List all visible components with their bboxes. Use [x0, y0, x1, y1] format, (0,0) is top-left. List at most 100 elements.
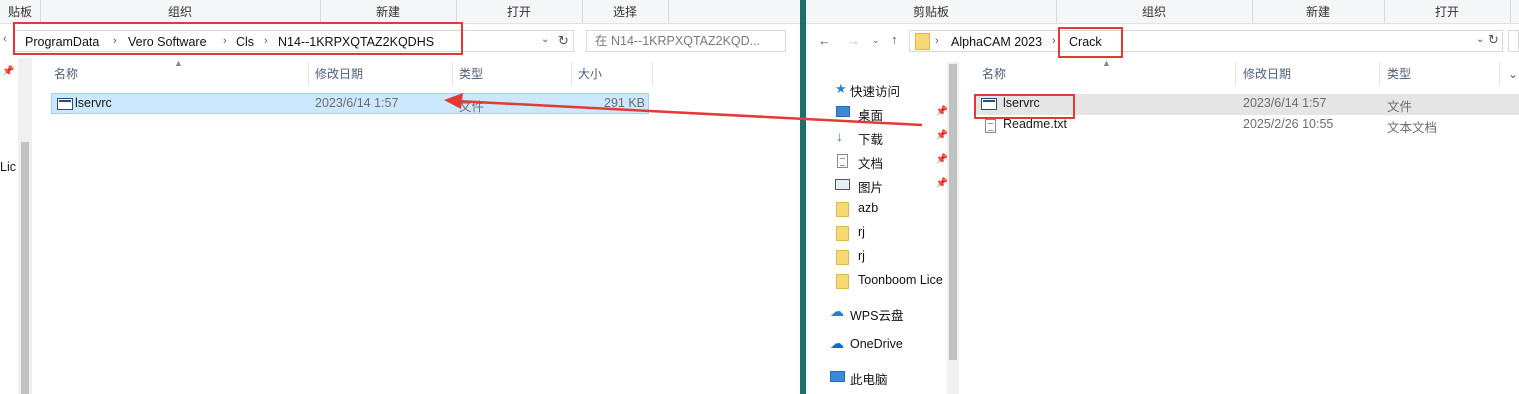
ribbon-open[interactable]: 打开	[456, 0, 583, 23]
folder-icon	[836, 226, 849, 241]
scrollbar-thumb[interactable]	[949, 64, 957, 360]
nav-wps-cloud[interactable]: ☁ WPS云盘	[830, 302, 948, 324]
document-icon	[837, 154, 848, 168]
nav-item-desktop[interactable]: 桌面 📌	[830, 102, 948, 124]
breadcrumb-current-folder[interactable]: N14--1KRPXQTAZ2KQDHS	[278, 35, 434, 49]
column-header-size[interactable]: 大小	[578, 62, 602, 86]
system-file-icon	[57, 98, 73, 110]
nav-this-pc[interactable]: 此电脑	[830, 366, 948, 388]
file-type: 文件	[1387, 100, 1413, 114]
breadcrumb-cls[interactable]: Cls	[236, 35, 254, 49]
ribbon-group-labels: 剪贴板 组织 新建 打开	[806, 0, 1519, 24]
table-row[interactable]: lservrc 2023/6/14 1:57 文件	[976, 94, 1519, 115]
ribbon-open[interactable]: 打开	[1384, 0, 1511, 23]
ribbon-group-labels: 贴板 组织 新建 打开 选择	[0, 0, 800, 24]
nav-label: Toonboom Lice	[858, 273, 943, 287]
chevron-left-icon[interactable]: ‹	[3, 33, 7, 45]
file-type: 文件	[459, 100, 485, 114]
chevron-right-icon[interactable]: ›	[223, 35, 227, 47]
column-divider[interactable]	[1499, 62, 1500, 86]
ribbon-new[interactable]: 新建	[320, 0, 457, 23]
refresh-icon[interactable]: ↻	[1488, 32, 1499, 48]
column-header-name[interactable]: 名称	[54, 62, 78, 86]
ribbon-select[interactable]: 选择	[582, 0, 669, 23]
nav-item-pictures[interactable]: 图片 📌	[830, 174, 948, 196]
nav-item-folder[interactable]: rj	[830, 222, 948, 244]
pin-icon[interactable]: 📌	[2, 66, 14, 77]
table-row[interactable]: lservrc 2023/6/14 1:57 文件 291 KB	[51, 93, 649, 114]
sort-up-icon: ▲	[1102, 58, 1111, 68]
nav-item-documents[interactable]: 文档 📌	[830, 150, 948, 172]
folder-icon	[836, 250, 849, 265]
ribbon-clipboard[interactable]: 剪贴板	[806, 0, 1057, 23]
download-arrow-icon: ↓	[836, 128, 843, 144]
column-header-date[interactable]: 修改日期	[1243, 62, 1291, 86]
ribbon-clipboard[interactable]: 贴板	[0, 0, 41, 23]
ribbon-organize[interactable]: 组织	[1056, 0, 1253, 23]
refresh-icon[interactable]: ↻	[558, 33, 569, 49]
folder-icon	[915, 33, 930, 50]
nav-item-cut-label[interactable]: Lic	[0, 160, 16, 174]
chevron-down-icon[interactable]: ⌄	[872, 35, 880, 46]
chevron-right-icon[interactable]: ›	[264, 35, 268, 47]
back-arrow-icon[interactable]: ←	[818, 33, 831, 48]
chevron-right-icon[interactable]: ›	[1052, 35, 1056, 47]
breadcrumb-crack[interactable]: Crack	[1069, 35, 1102, 49]
column-divider[interactable]	[571, 62, 572, 86]
nav-pane-scrollbar[interactable]	[18, 58, 32, 394]
system-file-icon	[981, 98, 997, 110]
file-size: 291 KB	[604, 96, 646, 110]
chevron-down-icon[interactable]: ⌄	[1476, 34, 1484, 45]
cloud-icon: ☁	[830, 303, 844, 319]
breadcrumb-programdata[interactable]: ProgramData	[25, 35, 99, 49]
nav-label: OneDrive	[850, 337, 903, 351]
chevron-right-icon[interactable]: ›	[113, 35, 117, 47]
column-header-date[interactable]: 修改日期	[315, 62, 363, 86]
file-name[interactable]: lservrc	[1003, 96, 1040, 110]
address-row: ‹ ProgramData › Vero Software › Cls › N1…	[0, 28, 800, 56]
chevron-right-icon[interactable]: ›	[935, 35, 939, 47]
nav-label: rj	[858, 249, 865, 263]
search-input[interactable]: 在 N14--1KRPXQTAZ2KQD...	[586, 30, 786, 52]
forward-arrow-icon[interactable]: →	[847, 33, 860, 48]
scrollbar-thumb[interactable]	[21, 142, 29, 394]
table-row[interactable]: Readme.txt 2025/2/26 10:55 文本文档	[976, 115, 1519, 136]
folder-icon	[836, 274, 849, 289]
breadcrumb-alphacam[interactable]: AlphaCAM 2023	[951, 35, 1042, 49]
column-divider[interactable]	[308, 62, 309, 86]
nav-pane-scrollbar[interactable]	[947, 62, 959, 394]
ribbon-organize[interactable]: 组织	[40, 0, 321, 23]
computer-icon	[830, 371, 845, 382]
nav-label: 快速访问	[850, 85, 901, 99]
nav-item-folder[interactable]: Toonboom Lice	[830, 270, 948, 292]
nav-label: 文档	[858, 157, 884, 171]
onedrive-cloud-icon: ☁	[830, 335, 844, 351]
folder-icon	[836, 202, 849, 217]
chevron-down-icon[interactable]: ⌄	[541, 34, 549, 45]
nav-item-downloads[interactable]: ↓ 下载 📌	[830, 126, 948, 148]
search-input[interactable]	[1508, 30, 1519, 52]
column-header-type[interactable]: 类型	[1387, 62, 1411, 86]
column-divider[interactable]	[1235, 62, 1236, 86]
file-date: 2023/6/14 1:57	[1243, 96, 1327, 110]
up-arrow-icon[interactable]: ↑	[891, 32, 898, 47]
nav-label: 此电脑	[850, 373, 888, 387]
address-bar[interactable]: ProgramData › Vero Software › Cls › N14-…	[14, 30, 574, 52]
nav-item-folder[interactable]: azb	[830, 198, 948, 220]
nav-label: 桌面	[858, 109, 884, 123]
nav-quick-access[interactable]: ★ 快速访问	[830, 78, 948, 100]
nav-onedrive[interactable]: ☁ OneDrive	[830, 334, 948, 356]
star-icon: ★	[835, 81, 847, 96]
column-header-type[interactable]: 类型	[459, 62, 483, 86]
right-explorer-window: 剪贴板 组织 新建 打开 ← → ⌄ ↑ › AlphaCAM 2023 › C…	[806, 0, 1519, 394]
column-divider[interactable]	[1379, 62, 1380, 86]
ribbon-new[interactable]: 新建	[1252, 0, 1385, 23]
file-name[interactable]: lservrc	[75, 96, 112, 110]
nav-item-folder[interactable]: rj	[830, 246, 948, 268]
file-name[interactable]: Readme.txt	[1003, 117, 1067, 131]
column-divider[interactable]	[452, 62, 453, 86]
address-bar[interactable]: › AlphaCAM 2023 › Crack ⌄	[909, 30, 1503, 52]
column-divider[interactable]	[652, 62, 653, 86]
breadcrumb-vero-software[interactable]: Vero Software	[128, 35, 207, 49]
column-header-name[interactable]: 名称	[982, 62, 1006, 86]
